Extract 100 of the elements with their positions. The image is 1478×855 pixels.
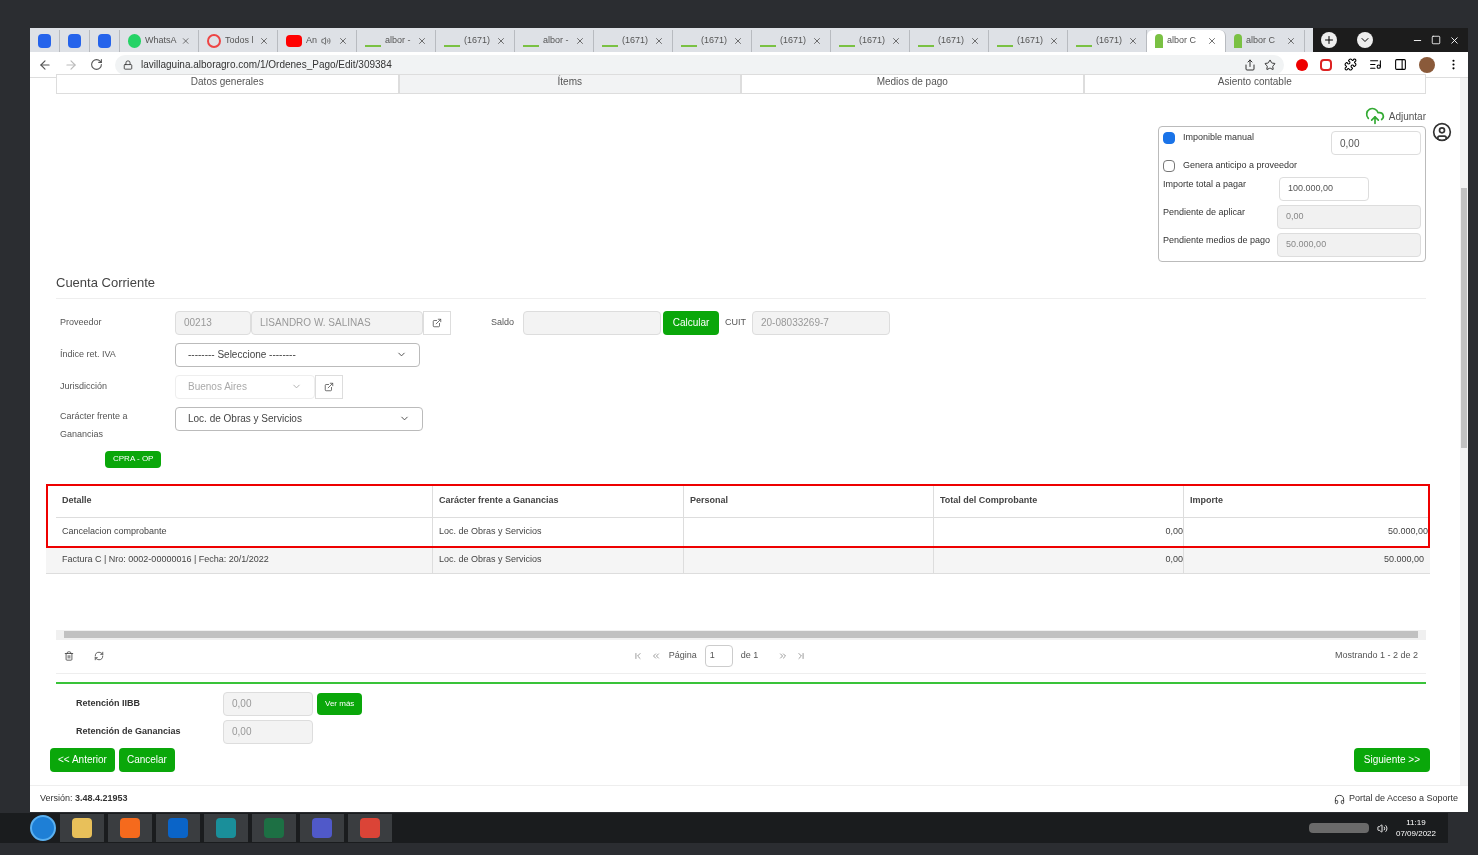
action-button[interactable]: CPRA - OP — [105, 450, 162, 468]
select-field[interactable]: Loc. de Obras y Servicios — [175, 406, 423, 431]
maximize-icon[interactable] — [1431, 34, 1441, 45]
app-icon — [38, 34, 51, 48]
chat-icon — [128, 34, 142, 48]
clock-time[interactable]: 11:19 — [1406, 817, 1426, 828]
lock-icon — [123, 59, 133, 70]
input-field[interactable]: 0,00 — [1331, 131, 1421, 155]
version-text: Versión: 3.48.4.21953 — [40, 792, 128, 806]
tab-title: An — [306, 34, 317, 48]
table-cell: 50.000,00 — [1183, 547, 1424, 573]
share-icon[interactable] — [1244, 58, 1256, 71]
cloud-upload-icon — [1364, 106, 1385, 126]
checkbox[interactable] — [1163, 159, 1175, 172]
tab-title: (1671) — [701, 34, 727, 48]
tab-title: albor - — [385, 34, 411, 48]
vertical-scrollbar[interactable] — [1460, 78, 1468, 785]
horizontal-scrollbar[interactable] — [56, 629, 1426, 640]
action-button[interactable]: Ver más — [317, 692, 363, 715]
column-header[interactable]: Detalle — [56, 485, 432, 517]
new-tab-icon[interactable] — [1321, 32, 1337, 48]
pager-label: Página — [668, 649, 697, 663]
section-tab[interactable]: Asiento contable — [1083, 74, 1426, 94]
taskbar-app-icon[interactable] — [204, 814, 248, 842]
action-button[interactable]: Cancelar — [118, 747, 175, 772]
tray-icon[interactable] — [1308, 823, 1369, 833]
tab-title: (1671) — [1096, 34, 1122, 48]
pager-label: de 1 — [740, 649, 759, 663]
tab-title: (1671) — [780, 34, 806, 48]
page-field[interactable]: 1 — [704, 645, 733, 667]
avatar-icon[interactable] — [1419, 56, 1435, 73]
external-link-icon — [432, 317, 442, 328]
media-icon[interactable] — [1369, 58, 1382, 71]
extensions-icon[interactable] — [1344, 58, 1357, 71]
field-label: Pendiente de aplicar — [1163, 205, 1247, 219]
trash-icon[interactable] — [64, 651, 74, 661]
saldo-field[interactable] — [523, 310, 661, 335]
tab-title: albor C — [1246, 34, 1275, 48]
taskbar-app-icon[interactable] — [108, 814, 152, 842]
tab-title: WhatsA — [145, 34, 177, 48]
external-link-icon — [324, 381, 334, 392]
start-button[interactable] — [30, 815, 56, 841]
stop-icon[interactable] — [1296, 58, 1308, 71]
action-button[interactable]: << Anterior — [50, 747, 115, 772]
tab-title: Todos l — [225, 34, 254, 48]
action-button[interactable]: Siguiente >> — [1353, 747, 1430, 772]
external-link-button[interactable] — [423, 310, 451, 335]
field-label: Proveedor — [60, 315, 103, 329]
back-icon[interactable] — [38, 57, 52, 72]
tab-title: (1671) — [464, 34, 490, 48]
tab-title: (1671) — [622, 34, 648, 48]
tab-search-icon[interactable] — [1357, 32, 1373, 48]
field-label: Jurisdicción — [60, 379, 109, 393]
field-label: Carácter frente a Ganancias — [60, 409, 129, 441]
select-field[interactable]: -------- Seleccione -------- — [175, 342, 420, 367]
headset-icon — [1333, 793, 1345, 805]
address-bar[interactable]: lavillaguina.alboragro.com/1/Ordenes_Pago/Edit/309384 — [115, 54, 1284, 75]
tab-title: (1671) — [938, 34, 964, 48]
table-cell-text: Factura C | Nro: 0002-00000016 | Fecha: 20/1/2022 — [61, 553, 270, 567]
checkbox-label[interactable]: Genera anticipo a proveedor — [1163, 159, 1421, 173]
app-icon — [68, 34, 81, 48]
extension-icon[interactable] — [1320, 58, 1332, 71]
section-tab[interactable]: Medios de pago — [741, 74, 1084, 94]
column-header[interactable]: Total del Comprobante — [933, 485, 1183, 517]
at-icon — [207, 34, 221, 48]
section-title: Cuenta Corriente — [56, 274, 155, 290]
close-icon[interactable] — [1449, 34, 1460, 46]
star-icon[interactable] — [1264, 58, 1276, 71]
speaker-icon[interactable] — [1376, 822, 1388, 834]
field-label: Retención IIBB — [76, 696, 141, 710]
support-link[interactable]: Portal de Acceso a Soporte — [1333, 792, 1458, 806]
table-cell: Loc. de Obras y Servicios — [432, 517, 683, 546]
table-cell: Loc. de Obras y Servicios — [432, 547, 683, 573]
browser-tab[interactable]: albor C — [1147, 30, 1226, 52]
clock-date[interactable]: 07/09/2022 — [1395, 828, 1436, 839]
side-panel-icon[interactable] — [1394, 58, 1407, 71]
action-button[interactable]: Calcular — [663, 310, 719, 335]
taskbar-app-icon[interactable] — [60, 814, 104, 842]
table-cell: 50.000,00 — [1183, 517, 1428, 546]
table-cell-text: Cancelacion comprobante — [61, 524, 168, 538]
refresh-icon[interactable] — [94, 651, 104, 661]
user-icon[interactable] — [1432, 122, 1452, 142]
tab-title: albor C — [1167, 34, 1196, 48]
field-label: Retención de Ganancias — [76, 724, 182, 738]
checkbox-label[interactable]: Imponible manual — [1163, 131, 1255, 145]
external-link-button[interactable] — [315, 374, 343, 399]
attach-link[interactable]: Adjuntar — [1364, 106, 1426, 126]
tab-title: (1671) — [859, 34, 885, 48]
tab-title: (1671) — [1017, 34, 1043, 48]
input-field[interactable]: 100.000,00 — [1279, 176, 1369, 201]
column-header[interactable]: Personal — [683, 485, 933, 517]
field-label: Importe total a pagar — [1163, 177, 1248, 191]
checkbox[interactable] — [1163, 131, 1175, 144]
tab-title: albor - — [543, 34, 569, 48]
section-tab[interactable]: Ítems — [398, 74, 741, 94]
table-cell: 0,00 — [933, 547, 1183, 573]
column-header[interactable]: Importe — [1183, 485, 1428, 517]
column-header[interactable]: Carácter frente a Ganancias — [432, 485, 683, 517]
reload-icon[interactable] — [90, 58, 103, 71]
section-tab[interactable]: Datos generales — [56, 74, 399, 94]
